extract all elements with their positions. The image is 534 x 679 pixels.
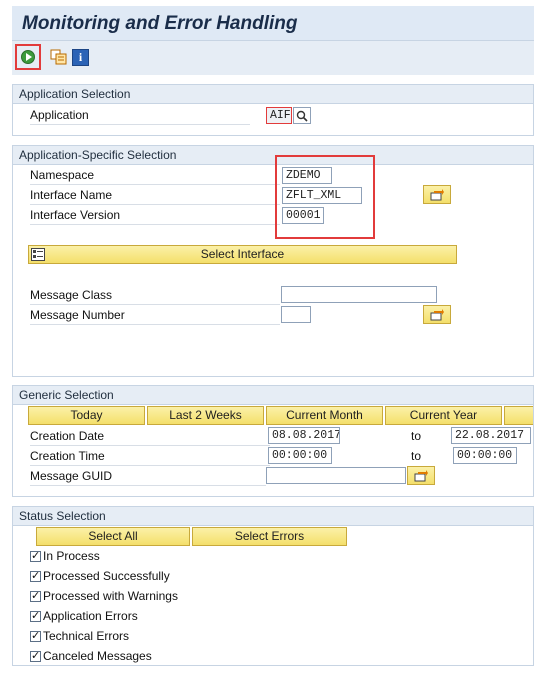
canceled-messages-checkbox[interactable] bbox=[30, 649, 41, 662]
highlight-box bbox=[275, 155, 375, 239]
creation-time-label: Creation Time bbox=[30, 448, 270, 466]
arrow-right-icon bbox=[430, 309, 444, 321]
group-header: Generic Selection bbox=[13, 386, 533, 405]
creation-time-from-field[interactable]: 00:00:00 bbox=[268, 447, 332, 464]
message-class-field[interactable] bbox=[281, 286, 437, 303]
application-field[interactable]: AIF bbox=[266, 107, 292, 124]
creation-date-to-field[interactable]: 22.08.2017 bbox=[451, 427, 531, 444]
current-year-button[interactable]: Current Year bbox=[385, 406, 502, 425]
application-label: Application bbox=[30, 107, 250, 125]
today-button[interactable]: Today bbox=[28, 406, 145, 425]
select-errors-button[interactable]: Select Errors bbox=[192, 527, 347, 546]
message-class-label: Message Class bbox=[30, 287, 280, 305]
application-specific-selection-group: Application-Specific Selection Namespace… bbox=[12, 145, 534, 377]
generic-selection-group: Generic Selection Today Last 2 Weeks Cur… bbox=[12, 385, 534, 497]
technical-errors-checkbox[interactable] bbox=[30, 629, 41, 642]
more-period-button[interactable] bbox=[504, 406, 533, 425]
to-label: to bbox=[411, 429, 422, 443]
message-number-label: Message Number bbox=[30, 307, 280, 325]
variant-icon bbox=[50, 49, 67, 65]
namespace-label: Namespace bbox=[30, 167, 280, 185]
select-all-button[interactable]: Select All bbox=[36, 527, 190, 546]
group-header: Status Selection bbox=[13, 507, 533, 526]
current-month-button[interactable]: Current Month bbox=[266, 406, 383, 425]
info-icon: i bbox=[78, 50, 83, 64]
processed-with-warnings-checkbox[interactable] bbox=[30, 589, 41, 602]
search-icon bbox=[296, 110, 308, 122]
application-selection-group: Application Selection Application AIF bbox=[12, 84, 534, 136]
execute-icon bbox=[21, 50, 35, 64]
execute-button[interactable] bbox=[15, 44, 41, 70]
processed-successfully-label: Processed Successfully bbox=[43, 569, 170, 583]
group-header: Application Selection bbox=[13, 85, 533, 104]
status-selection-group: Status Selection Select All Select Error… bbox=[12, 506, 534, 666]
toolbar: i bbox=[12, 40, 534, 75]
application-errors-label: Application Errors bbox=[43, 609, 138, 623]
message-number-field[interactable] bbox=[281, 306, 311, 323]
select-interface-label: Select Interface bbox=[200, 247, 285, 261]
technical-errors-label: Technical Errors bbox=[43, 629, 130, 643]
last-2-weeks-button[interactable]: Last 2 Weeks bbox=[147, 406, 264, 425]
info-button[interactable]: i bbox=[72, 49, 89, 66]
get-variant-button[interactable] bbox=[50, 48, 68, 66]
multiple-selection-button[interactable] bbox=[423, 185, 451, 204]
application-errors-checkbox[interactable] bbox=[30, 609, 41, 622]
interface-name-label: Interface Name bbox=[30, 187, 280, 205]
arrow-right-icon bbox=[414, 470, 428, 482]
page-title: Monitoring and Error Handling bbox=[22, 13, 298, 34]
creation-date-label: Creation Date bbox=[30, 428, 270, 446]
processed-successfully-checkbox[interactable] bbox=[30, 569, 41, 582]
canceled-messages-label: Canceled Messages bbox=[43, 649, 152, 663]
in-process-checkbox[interactable] bbox=[30, 549, 41, 562]
arrow-right-icon bbox=[430, 189, 444, 201]
message-guid-field[interactable] bbox=[266, 467, 406, 484]
multiple-selection-button[interactable] bbox=[423, 305, 451, 324]
multiple-selection-button[interactable] bbox=[407, 466, 435, 485]
to-label: to bbox=[411, 449, 422, 463]
creation-date-from-field[interactable]: 08.08.2017 bbox=[268, 427, 340, 444]
title-bar: Monitoring and Error Handling bbox=[12, 6, 534, 40]
processed-with-warnings-label: Processed with Warnings bbox=[43, 589, 178, 603]
search-help-button[interactable] bbox=[293, 107, 311, 124]
creation-time-to-field[interactable]: 00:00:00 bbox=[453, 447, 517, 464]
interface-version-label: Interface Version bbox=[30, 207, 280, 225]
select-interface-button[interactable]: Select Interface bbox=[28, 245, 457, 264]
in-process-label: In Process bbox=[43, 549, 100, 563]
interface-list-icon bbox=[31, 248, 45, 261]
group-header: Application-Specific Selection bbox=[13, 146, 533, 165]
message-guid-label: Message GUID bbox=[30, 468, 266, 486]
